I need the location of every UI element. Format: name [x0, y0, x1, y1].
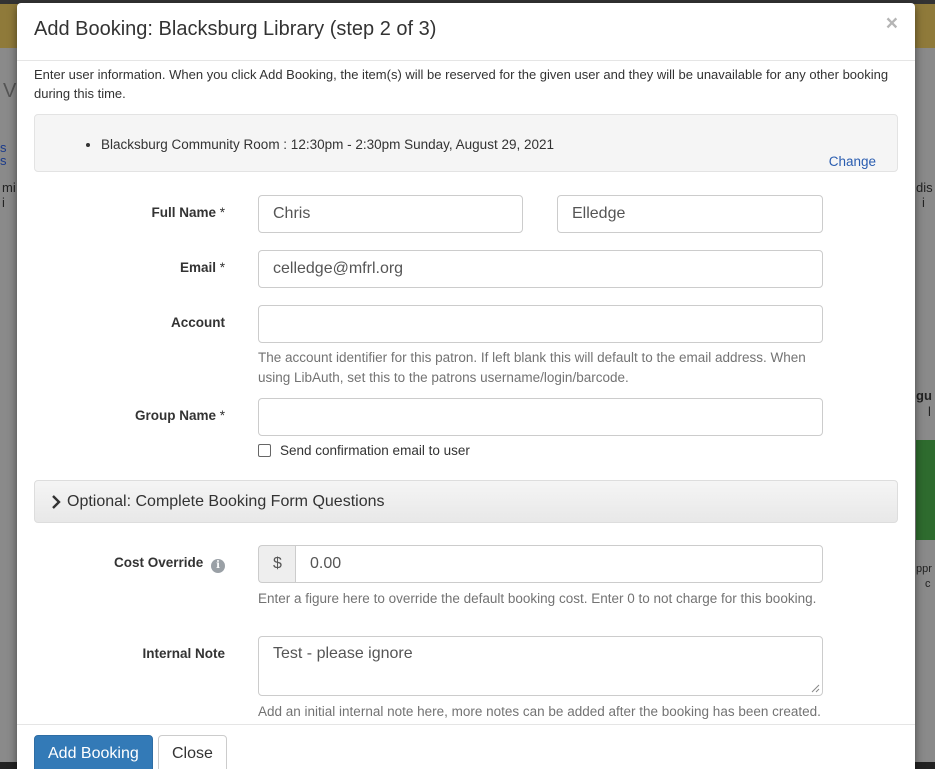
- background-fragment: dis: [916, 180, 933, 195]
- modal-title: Add Booking: Blacksburg Library (step 2 …: [34, 18, 437, 40]
- booking-item: Blacksburg Community Room : 12:30pm - 2:…: [101, 137, 554, 152]
- close-button[interactable]: Close: [158, 735, 227, 769]
- send-confirmation-row: Send confirmation email to user: [258, 443, 470, 458]
- group-name-label: Group Name *: [134, 408, 225, 423]
- cost-override-input[interactable]: [295, 545, 823, 583]
- group-name-input[interactable]: [258, 398, 823, 436]
- intro-text: Enter user information. When you click A…: [34, 67, 889, 101]
- send-confirmation-checkbox[interactable]: [258, 444, 271, 457]
- account-label: Account: [171, 315, 225, 330]
- background-fragment: ppr: [916, 563, 932, 575]
- modal-header: Add Booking: Blacksburg Library (step 2 …: [17, 3, 915, 61]
- booking-item-list: Blacksburg Community Room : 12:30pm - 2:…: [101, 137, 554, 152]
- currency-addon: $: [258, 545, 296, 583]
- send-confirmation-label[interactable]: Send confirmation email to user: [280, 443, 470, 458]
- background-fragment: gu: [916, 388, 932, 403]
- required-mark: *: [219, 205, 225, 220]
- last-name-input[interactable]: [557, 195, 823, 233]
- chevron-right-icon: [52, 494, 61, 509]
- account-input[interactable]: [258, 305, 823, 343]
- info-icon[interactable]: i: [211, 559, 225, 573]
- close-icon[interactable]: ×: [886, 13, 898, 34]
- internal-note-help-text: Add an initial internal note here, more …: [258, 704, 821, 719]
- first-name-input[interactable]: [258, 195, 523, 233]
- full-name-label: Full Name *: [151, 205, 225, 220]
- background-fragment: i: [922, 195, 925, 210]
- email-input[interactable]: [258, 250, 823, 288]
- email-label: Email *: [179, 260, 225, 275]
- background-fragment: l: [928, 404, 931, 419]
- background-fragment: V: [3, 80, 17, 102]
- internal-note-value: Test - please ignore: [273, 645, 413, 662]
- background-fragment: s: [0, 153, 7, 168]
- cost-override-label: Cost Override i: [17, 555, 225, 573]
- internal-note-textarea[interactable]: Test - please ignore: [258, 636, 823, 696]
- booking-summary: Blacksburg Community Room : 12:30pm - 2:…: [34, 114, 898, 172]
- add-booking-button[interactable]: Add Booking: [34, 735, 153, 769]
- add-booking-modal: Add Booking: Blacksburg Library (step 2 …: [17, 3, 915, 769]
- internal-note-label: Internal Note: [142, 646, 225, 661]
- background-fragment: i: [2, 195, 5, 210]
- background-fragment: mi: [2, 180, 16, 195]
- optional-questions-toggle[interactable]: Optional: Complete Booking Form Question…: [34, 480, 898, 523]
- background-fragment: c: [925, 578, 931, 590]
- background-calendar-block: [916, 440, 935, 540]
- required-mark: *: [219, 408, 225, 423]
- account-help-text: The account identifier for this patron. …: [258, 350, 806, 385]
- cost-override-help-text: Enter a figure here to override the defa…: [258, 591, 817, 606]
- change-link[interactable]: Change: [829, 154, 876, 169]
- required-mark: *: [219, 260, 225, 275]
- optional-questions-label: Optional: Complete Booking Form Question…: [67, 492, 385, 510]
- resize-grip-icon[interactable]: [810, 683, 820, 693]
- modal-footer: Add Booking Close: [17, 724, 915, 769]
